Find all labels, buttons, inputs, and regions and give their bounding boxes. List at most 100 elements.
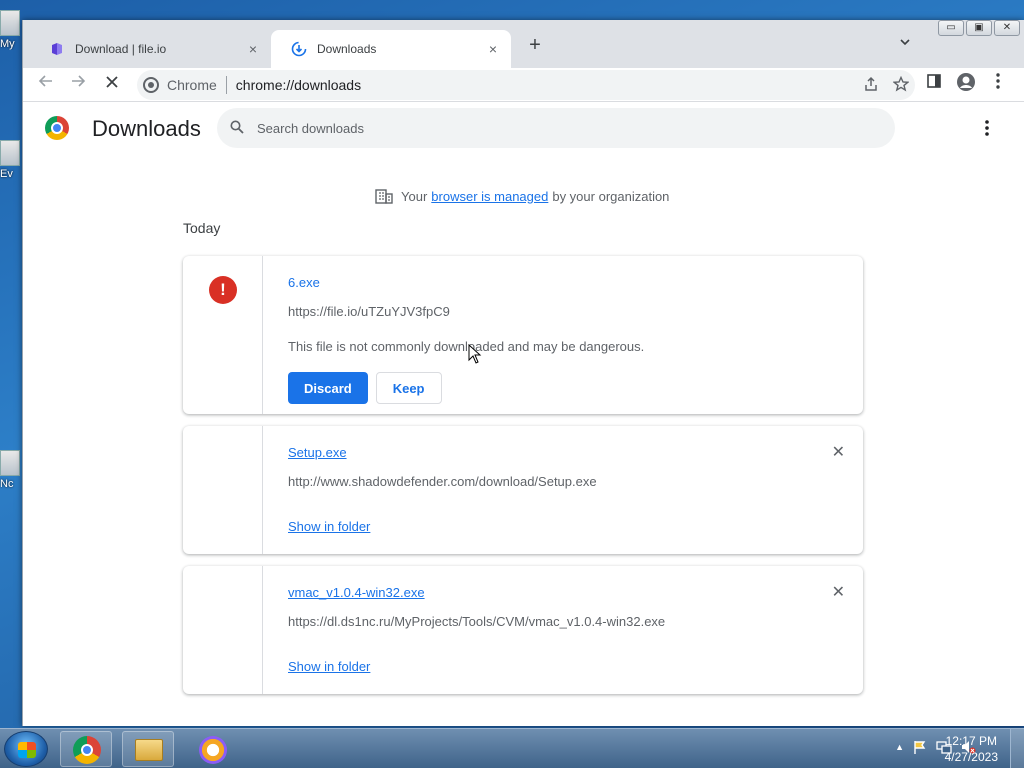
side-panel-button[interactable] bbox=[921, 72, 947, 98]
clock-time: 12:17 PM bbox=[945, 734, 997, 748]
notepad-icon bbox=[0, 450, 20, 476]
search-box[interactable] bbox=[217, 108, 895, 148]
tab-close-icon[interactable]: × bbox=[245, 41, 261, 57]
file-url: https://dl.ds1nc.ru/MyProjects/Tools/CVM… bbox=[288, 614, 666, 629]
downloads-page: Downloads Your browser is managed by you… bbox=[23, 102, 1024, 726]
browser-window: Download | file.io × Downloads × + ▭ ▣ ✕ bbox=[22, 20, 1024, 726]
action-center-flag-icon[interactable] bbox=[912, 739, 928, 755]
tab-fileio[interactable]: Download | file.io × bbox=[29, 30, 271, 68]
tab-title: Downloads bbox=[317, 42, 377, 56]
downloads-favicon-icon bbox=[291, 41, 307, 57]
file-url: https://file.io/uTZuYJV3fpC9 bbox=[288, 304, 450, 319]
download-details: 6.exe https://file.io/uTZuYJV3fpC9 This … bbox=[288, 274, 843, 404]
arrow-right-icon bbox=[72, 75, 86, 87]
taskbar-chrome[interactable] bbox=[60, 731, 112, 767]
tab-strip: Download | file.io × Downloads × + ▭ ▣ ✕ bbox=[23, 20, 1024, 68]
danger-warning-text: This file is not commonly downloaded and… bbox=[288, 339, 645, 354]
remove-from-list-icon[interactable]: ✕ bbox=[832, 582, 845, 602]
site-chip-label: Chrome bbox=[167, 77, 217, 93]
search-input[interactable] bbox=[257, 120, 857, 136]
show-in-folder-link[interactable]: Show in folder bbox=[288, 519, 370, 534]
star-icon[interactable] bbox=[893, 76, 909, 92]
fileio-favicon-icon bbox=[52, 43, 62, 55]
desktop-icon-label: My bbox=[0, 38, 15, 50]
file-name-link[interactable]: Setup.exe bbox=[288, 445, 347, 460]
page-title: Downloads bbox=[92, 116, 201, 141]
address-separator bbox=[225, 76, 227, 94]
site-info-chip[interactable]: Chrome bbox=[137, 77, 217, 93]
chrome-menu-button[interactable] bbox=[985, 72, 1011, 98]
start-button[interactable] bbox=[4, 731, 48, 767]
managed-suffix: by your organization bbox=[552, 188, 670, 204]
mouse-cursor-icon bbox=[468, 344, 482, 364]
danger-actions: Discard Keep bbox=[288, 372, 843, 404]
share-icon[interactable] bbox=[863, 76, 879, 92]
side-panel-icon bbox=[927, 74, 941, 88]
discard-button[interactable]: Discard bbox=[288, 372, 368, 404]
show-desktop-button[interactable] bbox=[1010, 729, 1024, 768]
toolbar: Chrome chrome://downloads bbox=[23, 68, 1024, 102]
computer-icon bbox=[0, 10, 20, 36]
address-bar[interactable]: Chrome chrome://downloads bbox=[137, 70, 915, 100]
minimize-button[interactable]: ▭ bbox=[938, 20, 964, 36]
taskbar-app[interactable] bbox=[186, 731, 238, 767]
download-details: Setup.exe http://www.shadowdefender.com/… bbox=[288, 444, 843, 536]
desktop-icon-label: Nc bbox=[0, 478, 14, 490]
downloads-header: Downloads bbox=[23, 102, 1024, 158]
address-url[interactable]: chrome://downloads bbox=[236, 77, 361, 93]
desktop-icon-computer[interactable]: My bbox=[0, 10, 22, 50]
folder-icon bbox=[135, 739, 163, 761]
file-name: 6.exe bbox=[288, 275, 320, 290]
back-button[interactable] bbox=[33, 72, 59, 98]
managed-prefix: Your bbox=[401, 188, 428, 204]
profile-button[interactable] bbox=[953, 72, 979, 98]
windows-logo-icon bbox=[18, 742, 36, 758]
keep-button[interactable]: Keep bbox=[375, 372, 442, 404]
date-section-header: Today bbox=[183, 220, 221, 236]
avatar-icon bbox=[957, 73, 975, 91]
managed-notice: Your browser is managed by your organiza… bbox=[375, 188, 669, 204]
arrow-left-icon bbox=[38, 75, 52, 87]
maximize-button[interactable]: ▣ bbox=[966, 20, 992, 36]
download-item: Setup.exe http://www.shadowdefender.com/… bbox=[183, 426, 863, 554]
tab-title: Download | file.io bbox=[75, 42, 167, 56]
building-icon bbox=[375, 189, 393, 204]
desktop-icon-label: Ev bbox=[0, 168, 13, 180]
tab-close-icon[interactable]: × bbox=[485, 41, 501, 57]
more-vert-icon bbox=[996, 73, 1000, 89]
taskbar: ▲ 12:17 PM 4/27/2023 bbox=[0, 728, 1024, 768]
search-icon bbox=[217, 120, 257, 137]
address-actions bbox=[863, 76, 909, 92]
tab-downloads[interactable]: Downloads × bbox=[271, 30, 511, 68]
forward-button[interactable] bbox=[65, 72, 91, 98]
show-in-folder-link[interactable]: Show in folder bbox=[288, 659, 370, 674]
desktop-icon-notepad[interactable]: Nc bbox=[0, 450, 22, 490]
taskbar-explorer[interactable] bbox=[122, 731, 174, 767]
window-controls: ▭ ▣ ✕ bbox=[938, 20, 1020, 38]
desktop-icon-event[interactable]: Ev bbox=[0, 140, 22, 180]
system-clock[interactable]: 12:17 PM 4/27/2023 bbox=[945, 733, 998, 765]
close-icon bbox=[106, 76, 118, 88]
file-url: http://www.shadowdefender.com/download/S… bbox=[288, 474, 597, 489]
file-icon-column bbox=[183, 426, 263, 554]
warning-icon: ! bbox=[209, 276, 237, 304]
file-icon-column: ! bbox=[183, 256, 263, 414]
new-tab-button[interactable]: + bbox=[523, 34, 547, 58]
app-icon bbox=[0, 140, 20, 166]
download-details: vmac_v1.0.4-win32.exe https://dl.ds1nc.r… bbox=[288, 584, 843, 676]
tray-expand-icon[interactable]: ▲ bbox=[895, 739, 904, 755]
clock-date: 4/27/2023 bbox=[944, 750, 998, 764]
downloads-menu-button[interactable] bbox=[977, 118, 997, 142]
remove-from-list-icon[interactable]: ✕ bbox=[832, 442, 845, 462]
download-item: vmac_v1.0.4-win32.exe https://dl.ds1nc.r… bbox=[183, 566, 863, 694]
file-icon-column bbox=[183, 566, 263, 694]
file-name-link[interactable]: vmac_v1.0.4-win32.exe bbox=[288, 585, 425, 600]
close-window-button[interactable]: ✕ bbox=[994, 20, 1020, 36]
stop-loading-button[interactable] bbox=[99, 72, 125, 98]
tab-search-icon[interactable] bbox=[895, 36, 915, 56]
chrome-icon bbox=[73, 736, 101, 764]
chrome-icon bbox=[143, 77, 159, 93]
chrome-logo-icon bbox=[45, 116, 69, 140]
more-vert-icon bbox=[985, 120, 989, 136]
managed-link[interactable]: browser is managed bbox=[431, 189, 548, 204]
